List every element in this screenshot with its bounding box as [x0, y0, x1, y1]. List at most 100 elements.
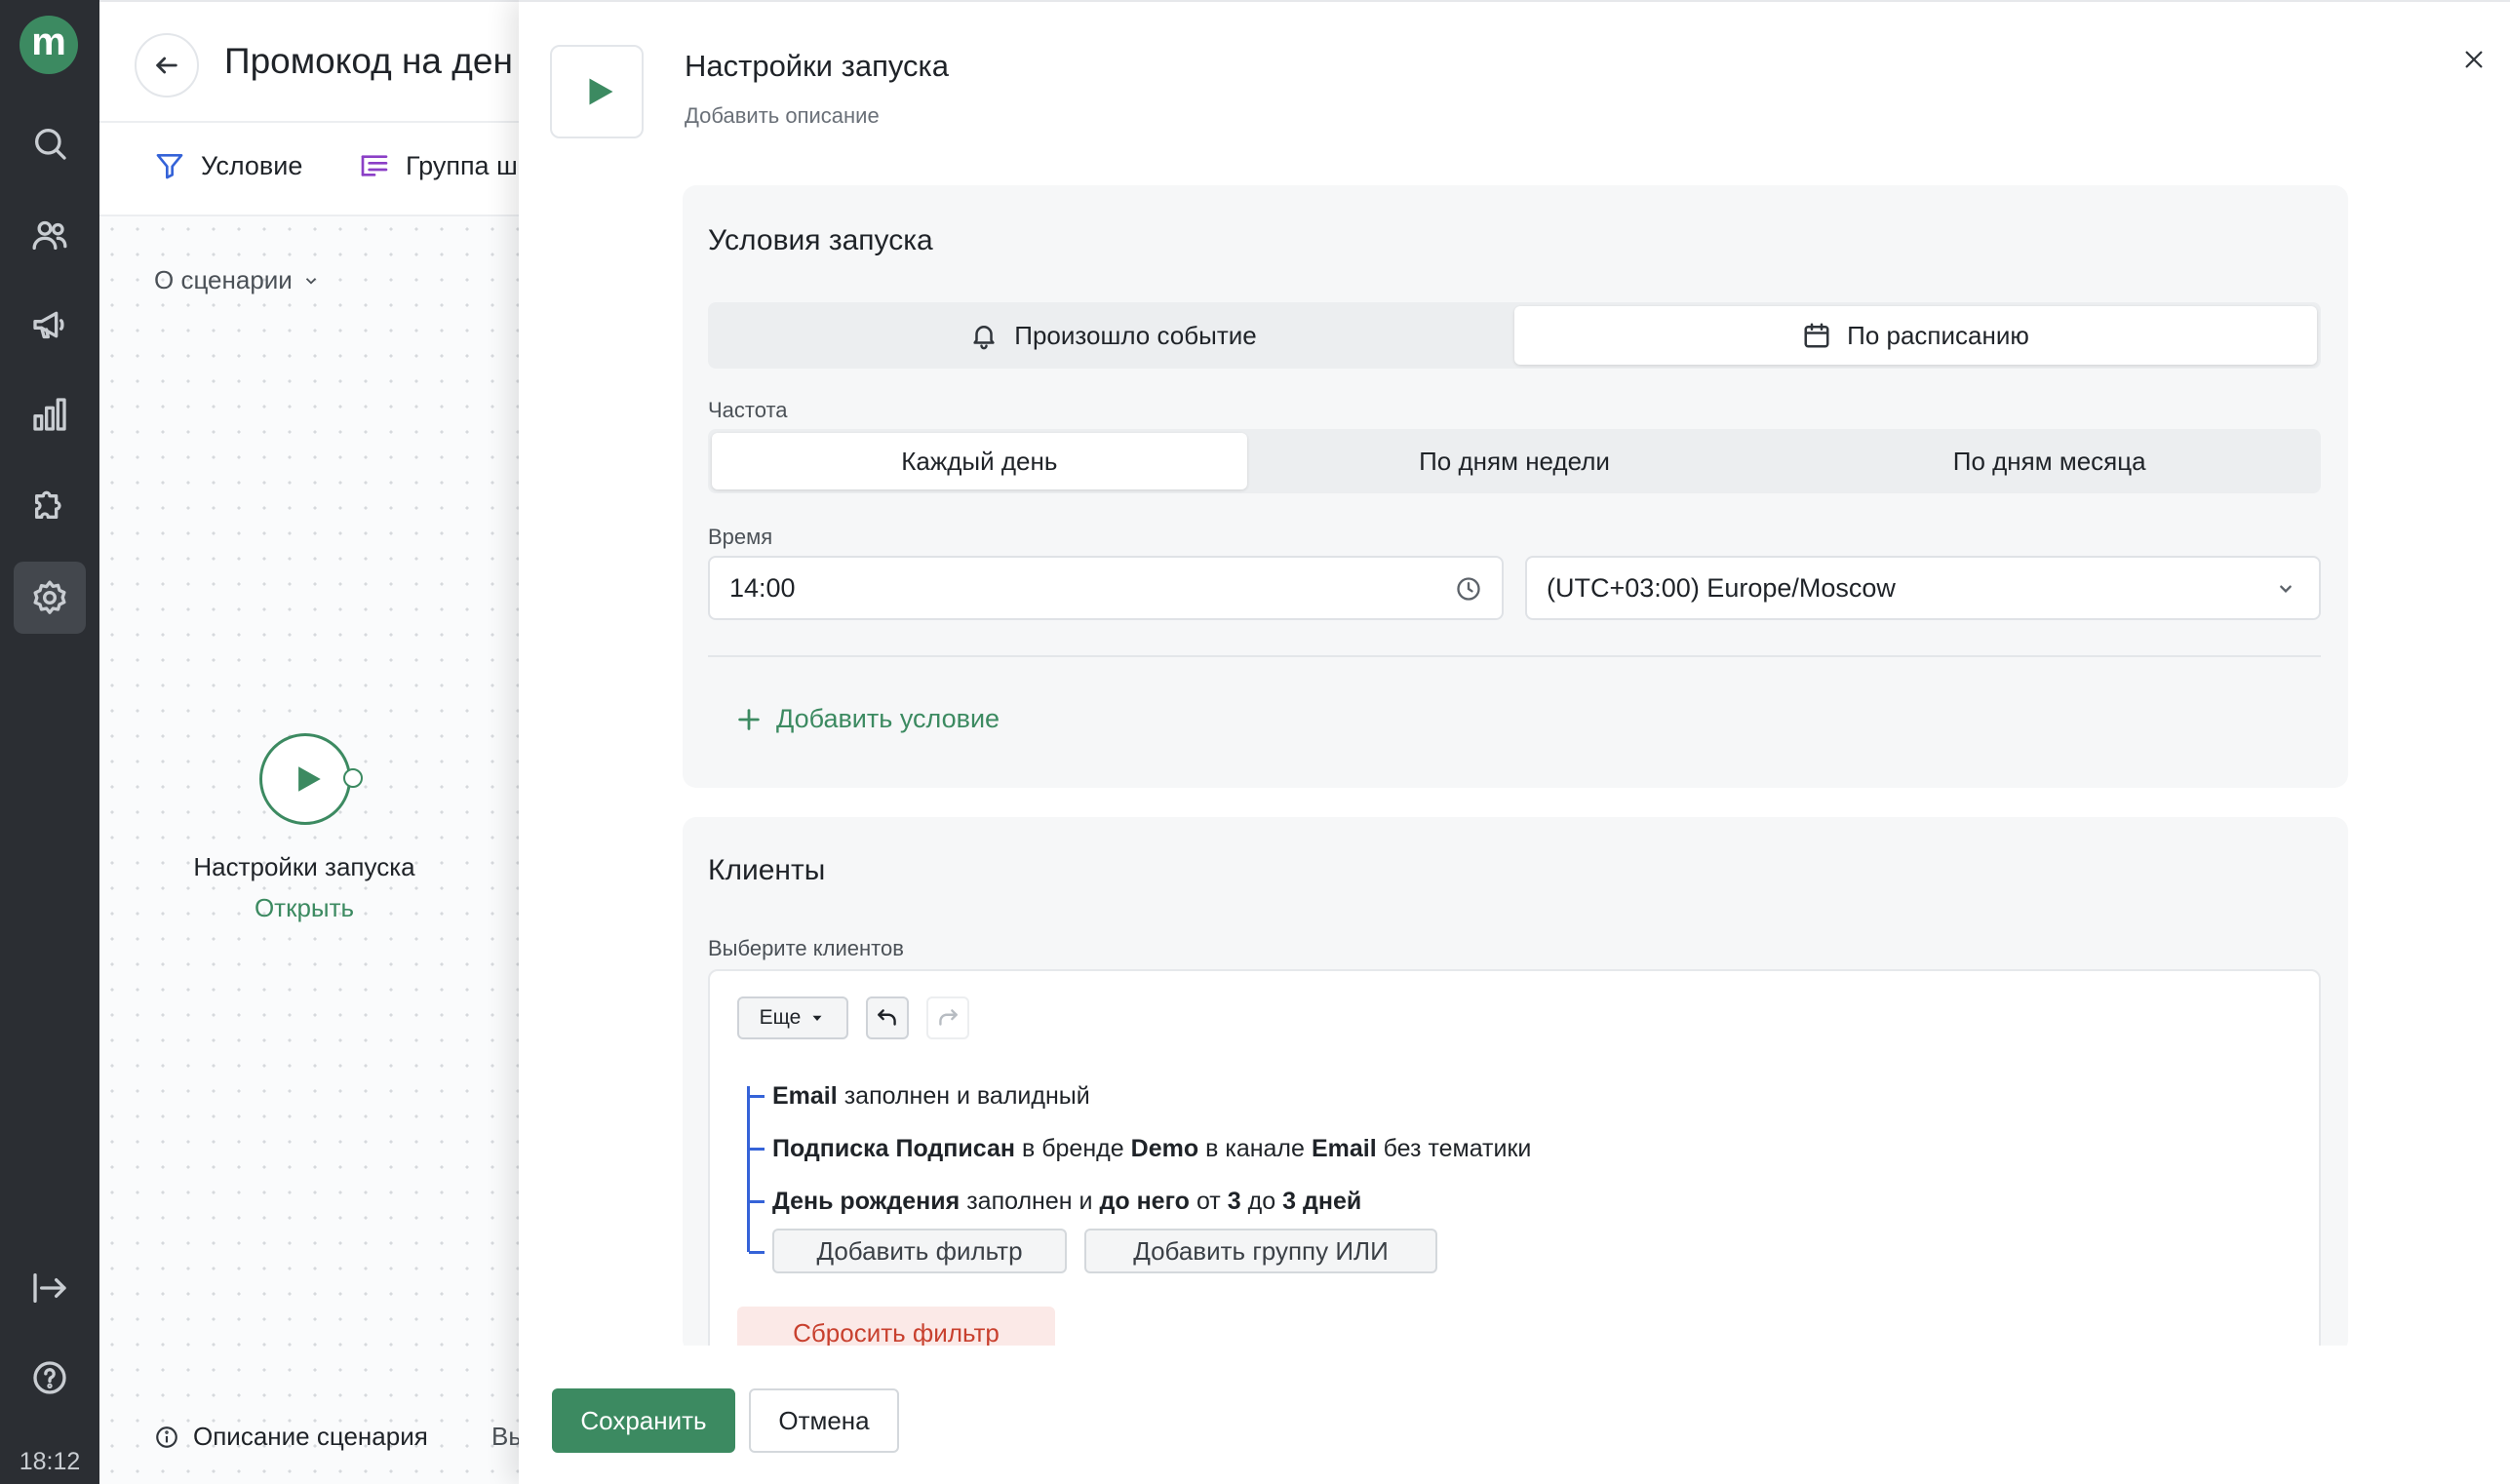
filter-term: Подписка Подписан: [772, 1134, 1015, 1162]
filter-text: от: [1196, 1187, 1221, 1215]
filter-text: в бренде: [1021, 1134, 1124, 1162]
cancel-button[interactable]: Отмена: [749, 1388, 899, 1453]
trigger-tab-schedule-label: По расписанию: [1847, 320, 2029, 350]
panel-footer: Сохранить Отмена: [519, 1346, 2510, 1484]
filter-tree-branch: [749, 1147, 765, 1151]
about-scenario-dropdown[interactable]: О сценарии: [154, 265, 320, 295]
node-label: Настройки запуска: [193, 852, 415, 881]
calendar-icon: [1804, 323, 1829, 348]
timezone-select[interactable]: (UTC+03:00) Europe/Moscow: [1525, 556, 2321, 620]
info-icon: [156, 1425, 177, 1448]
filter-text: заполнен и валидный: [843, 1081, 1090, 1110]
filter-text: без тематики: [1383, 1134, 1532, 1162]
bell-icon: [973, 326, 995, 350]
filter-row[interactable]: Email заполнен и валидный: [749, 1076, 1090, 1115]
time-label: Время: [708, 525, 773, 549]
trigger-tab-event[interactable]: Произошло событие: [712, 306, 1514, 365]
group-icon: [361, 155, 388, 176]
redo-button[interactable]: [926, 996, 969, 1039]
search-icon[interactable]: [14, 107, 86, 179]
caret-down-icon: [812, 1015, 822, 1021]
frequency-switch: Каждый день По дням недели По дням месяц…: [708, 429, 2321, 493]
save-button[interactable]: Сохранить: [552, 1388, 735, 1453]
redo-icon: [939, 1009, 958, 1026]
app-logo[interactable]: m: [20, 16, 78, 74]
bar-chart-icon[interactable]: [14, 378, 86, 450]
logout-icon[interactable]: [14, 1252, 86, 1324]
panel-title: Настройки запуска: [685, 49, 949, 83]
filter-term: День рождения: [772, 1187, 961, 1215]
trigger-tab-schedule[interactable]: По расписанию: [1514, 306, 2317, 365]
launch-settings-panel: Настройки запуска Добавить описание Усло…: [519, 0, 2510, 1484]
filter-term: Email: [772, 1081, 838, 1110]
scenario-description-button[interactable]: Описание сценария: [154, 1422, 428, 1452]
clock-icon[interactable]: [1455, 575, 1482, 603]
close-icon: [2465, 51, 2483, 68]
filter-term: Demo: [1130, 1134, 1199, 1162]
filter-tree-branch: [749, 1250, 765, 1254]
add-description-link[interactable]: Добавить описание: [685, 103, 880, 129]
time-value: 14:00: [729, 572, 796, 603]
node-open-link[interactable]: Открыть: [158, 893, 451, 923]
play-icon: [589, 78, 613, 105]
undo-button[interactable]: [866, 996, 909, 1039]
filter-text: до: [1247, 1187, 1276, 1215]
filter-text: заполнен и: [966, 1187, 1093, 1215]
group-label: Группа ш: [406, 150, 518, 180]
play-icon: [298, 766, 321, 792]
client-filter-builder: Еще Email заполнен и валидный Подписка П…: [708, 969, 2321, 1353]
users-icon[interactable]: [14, 199, 86, 271]
filter-row[interactable]: День рождения заполнен и до него от 3 до…: [749, 1182, 1361, 1221]
launch-node[interactable]: [259, 733, 351, 825]
trigger-type-switch: Произошло событие По расписанию: [708, 302, 2321, 369]
launch-conditions-heading: Условия запуска: [708, 224, 933, 256]
help-icon[interactable]: [14, 1342, 86, 1414]
frequency-label: Частота: [708, 398, 788, 422]
add-or-group-button[interactable]: Добавить группу ИЛИ: [1084, 1229, 1437, 1273]
plus-icon: [738, 708, 760, 730]
conditions-divider: [708, 655, 2321, 657]
canvas-toolbar: Условие Группа ш: [99, 121, 519, 216]
panel-node-icon: [550, 45, 644, 138]
clients-heading: Клиенты: [708, 854, 826, 886]
gear-icon[interactable]: [14, 562, 86, 634]
filter-tree-end: [749, 1232, 772, 1271]
condition-label: Условие: [201, 150, 303, 180]
scenario-canvas[interactable]: [99, 216, 519, 1484]
filter-row[interactable]: Подписка Подписан в бренде Demo в канале…: [749, 1129, 1531, 1168]
clients-card: Клиенты Выберите клиентов Еще Email запо…: [683, 817, 2348, 1353]
back-button[interactable]: [135, 33, 199, 98]
puzzle-icon[interactable]: [14, 468, 86, 540]
time-input[interactable]: 14:00: [708, 556, 1504, 620]
filter-term: 3 дней: [1282, 1187, 1362, 1215]
group-button[interactable]: Группа ш: [359, 150, 518, 181]
scenario-page: Промокод на ден Условие Группа ш О сцена…: [99, 0, 527, 1484]
trigger-tab-event-label: Произошло событие: [1014, 320, 1257, 350]
description-label: Описание сценария: [193, 1422, 428, 1451]
frequency-daily[interactable]: Каждый день: [712, 433, 1247, 489]
add-condition-button[interactable]: Добавить условие: [735, 704, 1000, 734]
select-clients-label: Выберите клиентов: [708, 936, 904, 960]
filter-text: в канале: [1205, 1134, 1305, 1162]
filter-icon: [156, 154, 183, 179]
add-condition-label: Добавить условие: [776, 704, 1000, 733]
undo-icon: [878, 1009, 896, 1026]
more-label: Еще: [759, 1006, 802, 1029]
chevron-down-icon: [2272, 575, 2299, 603]
filter-term: Email: [1311, 1134, 1377, 1162]
arrow-left-icon: [156, 57, 177, 74]
filter-tree-branch: [749, 1199, 765, 1203]
frequency-weekdays[interactable]: По дням недели: [1247, 433, 1783, 489]
nav-rail: m 18:12: [0, 0, 99, 1484]
close-button[interactable]: [2459, 45, 2489, 74]
filter-term: до него: [1099, 1187, 1190, 1215]
megaphone-icon[interactable]: [14, 289, 86, 361]
add-filter-button[interactable]: Добавить фильтр: [772, 1229, 1067, 1273]
more-dropdown-button[interactable]: Еще: [737, 996, 848, 1039]
frequency-monthdays[interactable]: По дням месяца: [1782, 433, 2317, 489]
launch-conditions-card: Условия запуска Произошло событие По рас…: [683, 185, 2348, 788]
clock-time: 18:12: [19, 1448, 81, 1475]
page-title: Промокод на ден: [224, 41, 513, 81]
node-output-port[interactable]: [343, 768, 363, 788]
condition-button[interactable]: Условие: [154, 150, 302, 181]
